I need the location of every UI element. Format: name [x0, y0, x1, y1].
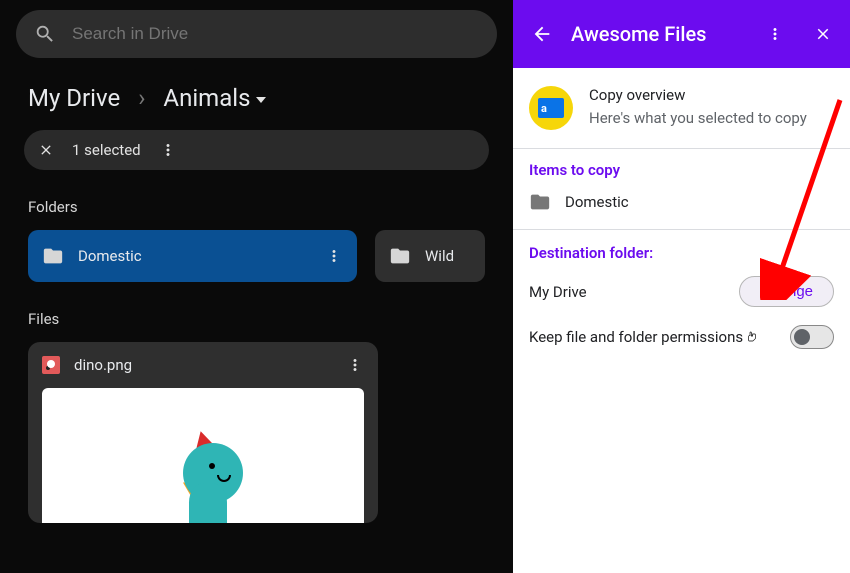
close-icon[interactable] [814, 25, 832, 43]
chevron-right-icon: › [138, 84, 145, 112]
items-to-copy-label: Items to copy [529, 161, 834, 179]
folder-name: Domestic [78, 247, 142, 265]
folder-name: Wild [425, 247, 454, 265]
files-label: Files [0, 282, 513, 342]
folders-row: Domestic Wild [0, 230, 513, 282]
overview-subtitle: Here's what you selected to copy [589, 108, 807, 129]
file-card[interactable]: dino.png [28, 342, 378, 523]
breadcrumb-current-label: Animals [163, 84, 250, 112]
selection-bar: 1 selected [24, 130, 489, 170]
keep-permissions-label: Keep file and folder permissions [529, 328, 743, 346]
app-badge-icon: a [529, 86, 573, 130]
folder-icon [529, 191, 551, 213]
file-name: dino.png [74, 356, 132, 374]
copy-item-row[interactable]: Domestic [529, 191, 834, 213]
breadcrumb-root[interactable]: My Drive [28, 84, 120, 112]
folder-card-wild[interactable]: Wild [375, 230, 485, 282]
search-icon [34, 23, 56, 45]
clear-selection-icon[interactable] [38, 142, 54, 158]
folder-icon [42, 245, 64, 267]
image-file-icon [42, 356, 60, 374]
more-icon[interactable] [325, 247, 343, 265]
breadcrumb: My Drive › Animals [0, 58, 513, 130]
panel-title: Awesome Files [571, 22, 748, 46]
folders-label: Folders [0, 170, 513, 230]
destination-section: Destination folder: My Drive Change Keep… [513, 230, 850, 363]
copy-item-name: Domestic [565, 193, 629, 211]
dino-image [153, 423, 253, 523]
more-icon[interactable] [346, 356, 364, 374]
keep-permissions-toggle[interactable] [790, 325, 834, 349]
back-icon[interactable] [531, 23, 553, 45]
copy-overview: a Copy overview Here's what you selected… [513, 68, 850, 149]
drive-main-area: My Drive › Animals 1 selected Folders Do… [0, 0, 513, 573]
change-button[interactable]: Change [739, 276, 834, 307]
file-preview [42, 388, 364, 523]
breadcrumb-current[interactable]: Animals [163, 84, 266, 112]
caret-down-icon [256, 97, 266, 103]
toggle-knob [794, 329, 810, 345]
cursor-pointer-icon [744, 326, 760, 346]
more-icon[interactable] [159, 141, 177, 159]
search-bar[interactable] [16, 10, 497, 58]
search-input[interactable] [72, 24, 479, 44]
destination-path: My Drive [529, 283, 587, 301]
folder-card-domestic[interactable]: Domestic [28, 230, 357, 282]
side-panel: Awesome Files a Copy overview Here's wha… [513, 0, 850, 573]
overview-title: Copy overview [589, 86, 807, 104]
folder-icon [389, 245, 411, 267]
items-to-copy-section: Items to copy Domestic [513, 149, 850, 230]
more-icon[interactable] [766, 25, 784, 43]
selection-count: 1 selected [72, 141, 141, 159]
destination-label: Destination folder: [529, 244, 834, 262]
badge-letter: a [541, 102, 547, 115]
panel-header: Awesome Files [513, 0, 850, 68]
